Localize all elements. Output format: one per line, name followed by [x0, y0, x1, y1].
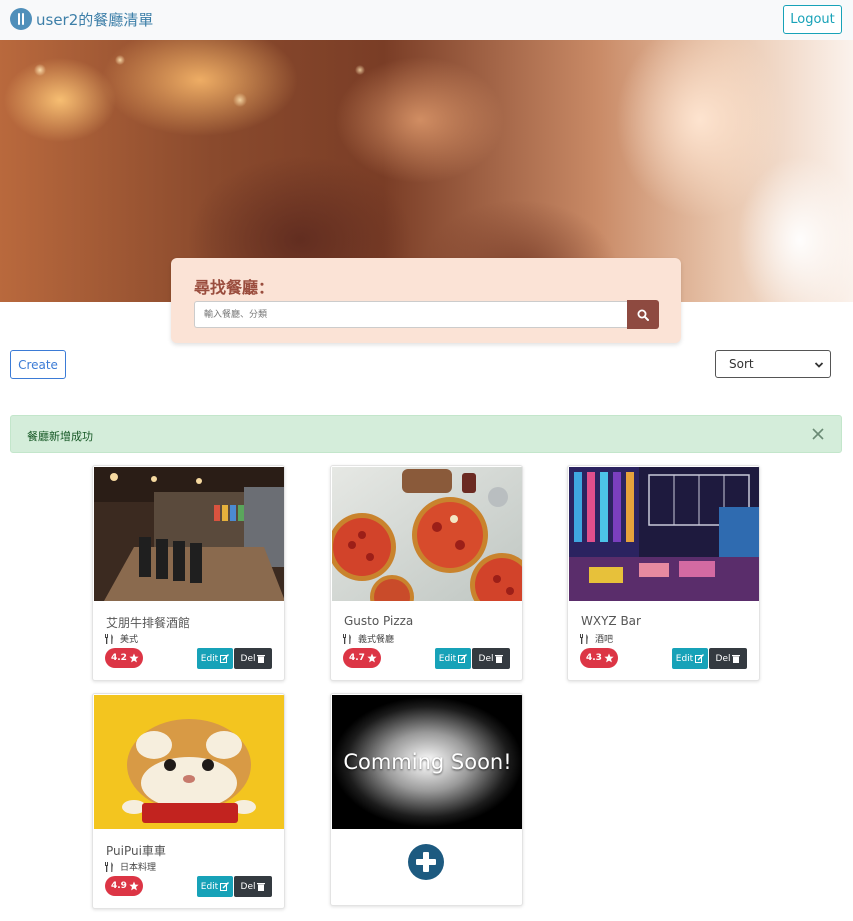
restaurant-photo[interactable] [94, 467, 284, 601]
edit-button[interactable]: Edit [672, 648, 708, 669]
star-icon [367, 653, 377, 663]
brand-title: user2的餐廳清單 [36, 10, 154, 29]
chevron-down-icon [814, 362, 824, 368]
rating-badge: 4.2 [105, 648, 143, 668]
restaurant-card[interactable]: 艾朋牛排餐酒館 美式 4.2 Edit Del [92, 465, 285, 681]
coming-soon-label: Comming Soon! [343, 750, 512, 774]
rating-badge: 4.9 [105, 876, 143, 896]
sort-selected-value: Sort [729, 357, 754, 371]
delete-button[interactable]: Del [472, 648, 510, 669]
edit-button[interactable]: Edit [197, 648, 233, 669]
close-icon[interactable] [811, 427, 825, 441]
create-button[interactable]: Create [10, 350, 66, 379]
rating-badge: 4.3 [580, 648, 618, 668]
rating-badge: 4.7 [343, 648, 381, 668]
trash-icon [257, 655, 266, 663]
edit-button[interactable]: Edit [435, 648, 471, 669]
search-input[interactable] [194, 301, 627, 328]
search-title: 尋找餐廳： [194, 278, 275, 297]
restaurant-name: Gusto Pizza [344, 614, 414, 628]
trash-icon [495, 655, 504, 663]
success-alert: 餐廳新增成功 [10, 415, 842, 453]
restaurant-category: 美式 [105, 632, 138, 645]
restaurant-photo[interactable] [569, 467, 759, 601]
search-panel: 尋找餐廳： [171, 258, 681, 343]
plus-circle-icon[interactable] [408, 844, 444, 880]
delete-label: Del [240, 881, 256, 892]
rating-value: 4.3 [586, 653, 602, 663]
alert-message: 餐廳新增成功 [27, 430, 93, 443]
category-label: 日本料理 [120, 863, 157, 873]
search-icon [637, 309, 649, 321]
delete-button[interactable]: Del [709, 648, 747, 669]
edit-label: Edit [200, 881, 219, 892]
restaurant-card[interactable]: Gusto Pizza 義式餐廳 4.7 Edit Del [330, 465, 523, 681]
rating-value: 4.7 [349, 653, 365, 663]
restaurant-photo[interactable] [332, 467, 522, 601]
utensils-icon [105, 861, 113, 872]
trash-icon [732, 655, 741, 663]
utensils-icon [105, 633, 113, 644]
edit-icon [458, 654, 468, 663]
delete-label: Del [240, 653, 256, 664]
edit-icon [695, 654, 705, 663]
edit-label: Edit [675, 653, 694, 664]
delete-label: Del [715, 653, 731, 664]
restaurant-name: WXYZ Bar [581, 614, 641, 628]
star-icon [129, 881, 139, 891]
star-icon [604, 653, 614, 663]
edit-icon [220, 654, 230, 663]
restaurant-name: PuiPui車車 [106, 844, 166, 858]
edit-icon [220, 882, 230, 891]
edit-label: Edit [438, 653, 457, 664]
delete-button[interactable]: Del [234, 876, 272, 897]
sort-select[interactable]: Sort [715, 350, 831, 378]
trash-icon [257, 883, 266, 891]
restaurant-name: 艾朋牛排餐酒館 [106, 616, 191, 630]
restaurant-card[interactable]: PuiPui車車 日本料理 4.9 Edit Del [92, 693, 285, 909]
delete-label: Del [478, 653, 494, 664]
rating-value: 4.9 [111, 881, 127, 891]
utensils-icon [580, 633, 588, 644]
restaurant-card[interactable]: WXYZ Bar 酒吧 4.3 Edit Del [567, 465, 760, 681]
edit-button[interactable]: Edit [197, 876, 233, 897]
delete-button[interactable]: Del [234, 648, 272, 669]
restaurant-category: 酒吧 [580, 632, 613, 645]
category-label: 義式餐廳 [358, 635, 395, 645]
star-icon [129, 653, 139, 663]
restaurant-category: 日本料理 [105, 860, 156, 873]
category-label: 美式 [120, 635, 139, 645]
category-label: 酒吧 [595, 635, 614, 645]
logout-button[interactable]: Logout [783, 5, 842, 34]
utensils-icon [343, 633, 351, 644]
brand[interactable]: user2的餐廳清單 [10, 8, 153, 30]
coming-soon-image: Comming Soon! [332, 695, 522, 829]
coming-soon-card: Comming Soon! [330, 693, 523, 906]
restaurant-photo[interactable] [94, 695, 284, 829]
search-button[interactable] [627, 300, 659, 329]
utensils-logo-icon [10, 8, 32, 30]
restaurant-category: 義式餐廳 [343, 632, 394, 645]
edit-label: Edit [200, 653, 219, 664]
navbar: user2的餐廳清單 Logout [0, 0, 853, 40]
rating-value: 4.2 [111, 653, 127, 663]
